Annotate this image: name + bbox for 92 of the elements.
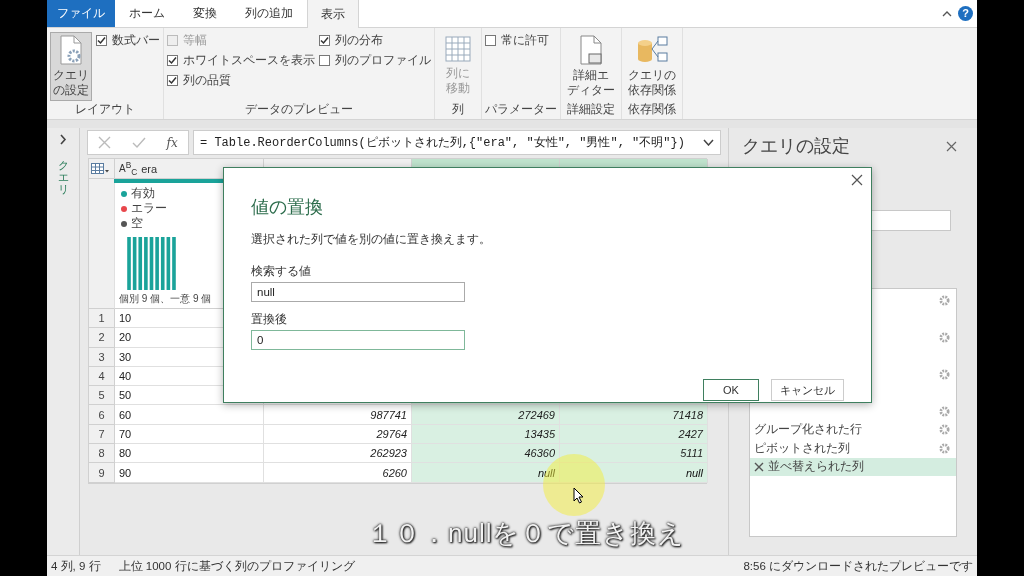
table-cell: 5111 — [560, 444, 708, 464]
database-icon — [636, 35, 668, 65]
gear-icon[interactable] — [939, 405, 950, 417]
table-cell: 13435 — [412, 424, 560, 445]
check-icon[interactable] — [131, 136, 146, 149]
table-cell: null — [560, 463, 708, 483]
ribbon-tab[interactable]: 変換 — [179, 0, 231, 27]
row-number: 3 — [89, 347, 115, 367]
table-cell: 71418 — [560, 405, 708, 425]
formula-field[interactable]: = Table.ReorderColumns(ピボットされた列,{"era", "女性", "男性", "不明"}) — [193, 130, 721, 155]
row-number: 6 — [89, 405, 115, 425]
checkbox[interactable] — [485, 35, 496, 46]
row-number: 7 — [89, 424, 115, 445]
table-cell: 80 — [115, 444, 264, 464]
chevron-icon[interactable] — [59, 134, 67, 145]
gear-icon[interactable] — [939, 368, 950, 380]
table-cell: 46360 — [412, 444, 560, 464]
status-text: 8:56 にダウンロードされたプレビューです — [743, 558, 973, 574]
group-label: レイアウト — [74, 101, 136, 117]
ribbon-button[interactable]: 詳細エ ディター — [564, 32, 618, 101]
ribbon-tab[interactable]: 表示 — [307, 0, 359, 28]
step-item[interactable]: 並べ替えられた列 — [750, 457, 956, 476]
table-icon[interactable] — [91, 162, 109, 175]
status-text: 4 列, 9 行 — [51, 558, 101, 574]
group-label: パラメーター — [485, 101, 557, 117]
help-button[interactable]: ? — [958, 5, 973, 21]
checkbox-option[interactable]: ホワイトスペースを表示 — [167, 52, 315, 69]
step-label: ピボットされた列 — [754, 439, 851, 457]
checkbox[interactable] — [167, 55, 178, 66]
column-name: era — [141, 162, 158, 175]
gear-icon[interactable] — [939, 442, 950, 454]
page-gear-icon — [59, 35, 83, 65]
pane-label[interactable]: クエリ — [57, 159, 69, 196]
checkbox[interactable] — [96, 35, 107, 46]
dialog-title: 値の置換 — [251, 196, 324, 219]
group-label: 詳細設定 — [566, 101, 616, 117]
ribbon-button[interactable]: クエリ の設定 — [50, 32, 92, 101]
ribbon-button[interactable]: クエリの 依存関係 — [625, 32, 679, 101]
row-number: 9 — [89, 463, 115, 483]
document-icon — [579, 35, 603, 65]
step-label: 並べ替えられた列 — [768, 458, 865, 476]
field-label: 検索する値 — [251, 264, 312, 279]
checkbox-option[interactable]: 列のプロファイル — [319, 52, 431, 69]
dropdown-icon[interactable] — [703, 139, 714, 146]
checkbox-option[interactable]: 列の品質 — [167, 72, 315, 89]
checkbox-option[interactable]: 常に許可 — [485, 32, 549, 49]
delete-icon[interactable] — [754, 461, 764, 472]
row-number: 1 — [89, 309, 115, 329]
input-field[interactable]: null — [251, 282, 465, 302]
row-number: 8 — [89, 444, 115, 464]
grid-icon — [445, 35, 471, 63]
legend-label: 有効 — [131, 186, 155, 201]
table-cell: 272469 — [412, 405, 560, 425]
row-number: 5 — [89, 386, 115, 406]
status-text: 上位 1000 行に基づく列のプロファイリング — [118, 558, 355, 574]
gear-icon[interactable] — [939, 331, 950, 343]
input-field[interactable]: 0 — [251, 330, 465, 350]
legend-label: 空 — [131, 216, 143, 231]
dialog-description: 選択された列で値を別の値に置き換えます。 — [251, 231, 492, 248]
checkbox[interactable] — [319, 35, 330, 46]
row-number: 2 — [89, 328, 115, 348]
checkbox-option[interactable]: 列の分布 — [319, 32, 431, 49]
file-tab[interactable]: ファイル — [47, 0, 115, 27]
ok-button[interactable]: OK — [703, 379, 759, 401]
fx-button[interactable]: fx — [166, 135, 178, 150]
collapse-ribbon-icon[interactable] — [942, 9, 952, 17]
checkbox[interactable] — [167, 75, 178, 86]
step-item[interactable]: ピボットされた列 — [750, 439, 956, 458]
caption: １０．nullを０で置き換え — [367, 517, 686, 551]
checkbox-option[interactable]: 数式バー — [96, 32, 160, 49]
step-item[interactable]: グループ化された行 — [750, 420, 956, 439]
gear-icon[interactable] — [939, 424, 950, 436]
group-label: データのプレビュー — [244, 101, 354, 117]
mouse-pointer-icon — [573, 487, 584, 504]
group-label: 依存関係 — [627, 101, 677, 117]
table-cell: 90 — [115, 463, 264, 483]
table-cell: 2427 — [560, 424, 708, 445]
ribbon-tab[interactable]: 列の追加 — [231, 0, 307, 27]
checkbox[interactable] — [319, 55, 330, 66]
ribbon-tab[interactable]: ホーム — [115, 0, 179, 27]
gear-icon[interactable] — [939, 294, 950, 306]
table-cell: 70 — [115, 424, 264, 445]
row-number: 4 — [89, 366, 115, 387]
step-label: グループ化された行 — [754, 421, 863, 439]
close-icon[interactable] — [851, 174, 863, 186]
table-menu[interactable] — [89, 159, 115, 179]
close-icon[interactable] — [946, 140, 957, 152]
group-label: 列 — [451, 101, 465, 117]
legend-label: エラー — [131, 201, 167, 216]
cancel-button[interactable]: キャンセル — [771, 379, 844, 401]
panel-title: クエリの設定 — [742, 135, 850, 158]
table-cell: 60 — [115, 405, 264, 425]
